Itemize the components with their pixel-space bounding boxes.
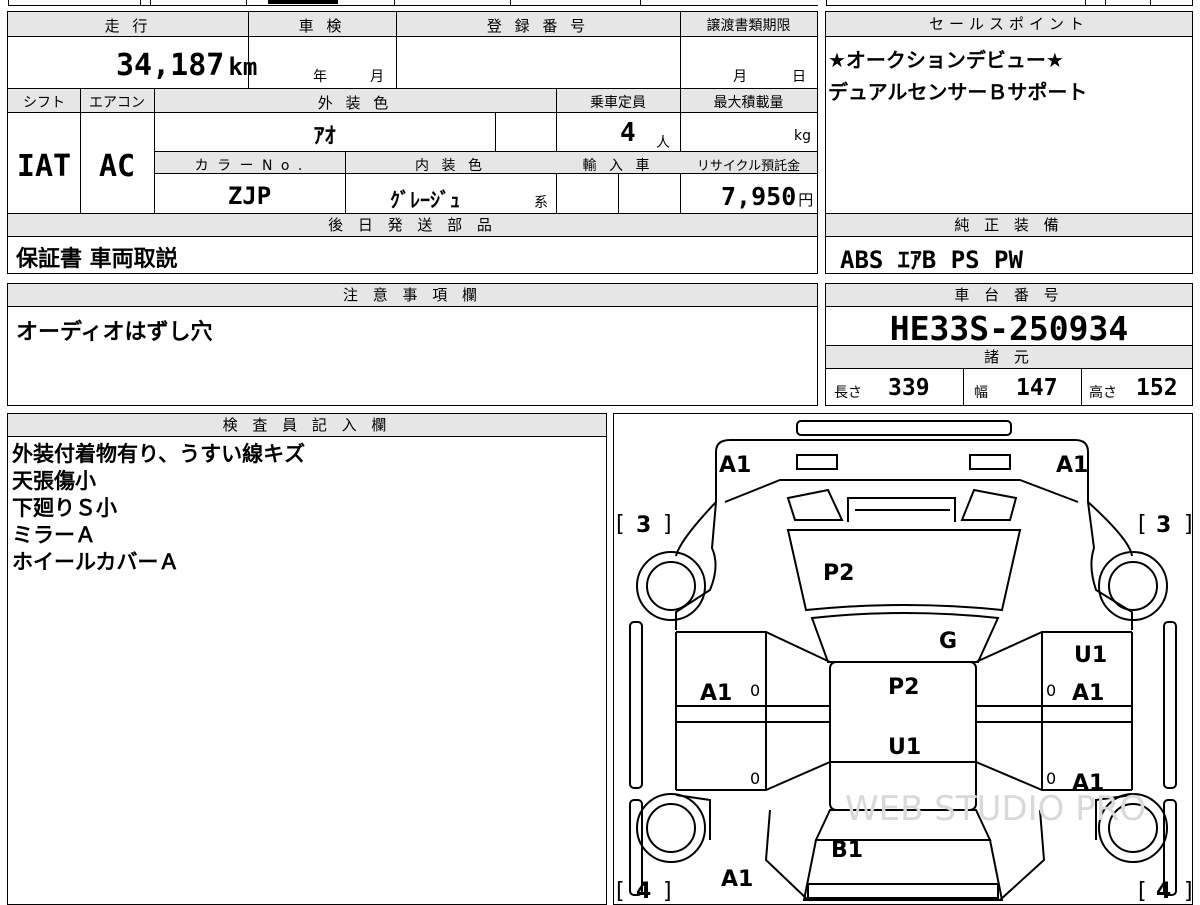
exterior-color-value: ｱｵ bbox=[313, 124, 336, 149]
mileage-label: 走 行 bbox=[104, 17, 152, 35]
mark-right-rear-door: A1 bbox=[1072, 771, 1104, 796]
color-no-label: カ ラ ー N o . bbox=[194, 158, 305, 174]
exterior-color-label: 外 装 色 bbox=[317, 94, 393, 112]
inspector-line-3: 下廻りＳ小 bbox=[12, 496, 117, 520]
aircon-label: エアコン bbox=[89, 95, 145, 111]
interior-color-label: 内 装 色 bbox=[415, 158, 486, 174]
mark-zero-lf: 0 bbox=[750, 681, 760, 700]
mark-front-right: A1 bbox=[1056, 453, 1088, 478]
specs-height-label: 高さ bbox=[1089, 385, 1117, 401]
inspector-line-2: 天張傷小 bbox=[12, 469, 96, 493]
mileage-value: 34,187 km bbox=[116, 48, 258, 83]
specs-length-value: 339 bbox=[888, 375, 930, 401]
svg-text:]: ] bbox=[1184, 512, 1192, 537]
shift-label: シフト bbox=[23, 95, 65, 111]
mark-front-left: A1 bbox=[719, 453, 751, 478]
shift-value: IAT bbox=[16, 149, 72, 184]
mark-tire-fr: 3 bbox=[1156, 513, 1171, 538]
car-damage-diagram: [ ] [ ] [ ] [ ] WEB STUDIO PRO A1 A1 3 3… bbox=[616, 420, 1192, 904]
specs-height-value: 152 bbox=[1136, 375, 1178, 401]
notes-value: オーディオはずし穴 bbox=[16, 320, 213, 345]
recycle-label: リサイクル預託金 bbox=[696, 159, 801, 174]
damage-diagram-panel: [ ] [ ] [ ] [ ] WEB STUDIO PRO A1 A1 3 3… bbox=[613, 413, 1193, 905]
recycle-value: 7,950 円 bbox=[721, 182, 814, 211]
mark-right-front-door: A1 bbox=[1072, 681, 1104, 706]
mark-roof-lower: U1 bbox=[888, 735, 921, 760]
interior-color-value: ｸﾞﾚｰｼﾞｭ bbox=[390, 188, 460, 212]
capacity-value: 4 bbox=[620, 118, 636, 148]
capacity-label: 乗車定員 bbox=[590, 95, 646, 111]
inspector-line-5: ホイールカバーＡ bbox=[12, 550, 180, 574]
later-parts-value: 保証書 車両取説 bbox=[16, 247, 178, 272]
deadline-day-unit: 日 bbox=[792, 69, 806, 85]
specs-length-label: 長さ bbox=[834, 385, 862, 401]
mark-left-front-door: A1 bbox=[700, 681, 732, 706]
mark-right-front-upper: U1 bbox=[1074, 643, 1107, 668]
capacity-unit: 人 bbox=[656, 135, 670, 151]
mark-rear-left: A1 bbox=[721, 867, 753, 892]
inspector-line-4: ミラーＡ bbox=[12, 523, 96, 547]
aircon-value: AC bbox=[98, 149, 136, 184]
shaken-month-unit: 月 bbox=[370, 69, 384, 85]
svg-text:[: [ bbox=[616, 879, 625, 904]
shaken-year-unit: 年 bbox=[313, 69, 327, 85]
mark-tire-rr: 4 bbox=[1156, 879, 1171, 904]
inspector-panel: 検 査 員 記 入 欄 外装付着物有り、うすい線キズ 天張傷小 下廻りＳ小 ミラ… bbox=[7, 413, 607, 905]
mark-tire-rl: 4 bbox=[636, 879, 651, 904]
mark-zero-rr: 0 bbox=[1046, 769, 1056, 788]
deadline-month-unit: 月 bbox=[733, 69, 747, 85]
chassis-value: HE33S-250934 bbox=[889, 309, 1129, 348]
sales-point-panel: セールスポイント ★オークションデビュー★ デュアルセンサーＢサポート 純 正 … bbox=[825, 11, 1193, 274]
chassis-panel: 車 台 番 号 HE33S-250934 諸 元 長さ 339 幅 147 高さ… bbox=[825, 283, 1193, 406]
top-clipped-strip bbox=[0, 0, 1200, 6]
mark-back-door: B1 bbox=[831, 838, 863, 863]
later-parts-label: 後 日 発 送 部 品 bbox=[8, 214, 817, 237]
max-load-unit: kg bbox=[794, 128, 811, 144]
specs-width-label: 幅 bbox=[974, 385, 988, 401]
shaken-label: 車 検 bbox=[298, 17, 346, 35]
sales-point-line-2: デュアルセンサーＢサポート bbox=[828, 80, 1088, 104]
svg-text:]: ] bbox=[663, 879, 672, 904]
chassis-label: 車 台 番 号 bbox=[826, 284, 1192, 307]
svg-text:[: [ bbox=[1138, 512, 1147, 537]
color-no-value: ZJP bbox=[227, 182, 272, 210]
specs-label: 諸 元 bbox=[826, 346, 1192, 369]
mark-zero-rf: 0 bbox=[1046, 681, 1056, 700]
transfer-deadline-label: 譲渡書類期限 bbox=[706, 18, 791, 34]
max-load-label: 最大積載量 bbox=[713, 95, 784, 111]
sales-point-line-1: ★オークションデビュー★ bbox=[828, 48, 1064, 72]
import-label: 輸 入 車 bbox=[582, 158, 654, 174]
equipment-value: ABS ｴｱB PS PW bbox=[840, 246, 1023, 274]
svg-text:[: [ bbox=[1138, 879, 1147, 904]
mark-hood: P2 bbox=[823, 561, 854, 586]
notes-panel: 注 意 事 項 欄 オーディオはずし穴 bbox=[7, 283, 818, 406]
inspector-label: 検 査 員 記 入 欄 bbox=[8, 414, 606, 437]
mark-roof: P2 bbox=[888, 675, 919, 700]
vehicle-info-table: 走 行 車 検 登 録 番 号 譲渡書類期限 34,187 km 年 月 月 日 … bbox=[7, 11, 818, 274]
inspector-line-1: 外装付着物有り、うすい線キズ bbox=[12, 442, 306, 466]
svg-text:[: [ bbox=[616, 512, 625, 537]
sales-point-label: セールスポイント bbox=[826, 12, 1192, 37]
registration-label: 登 録 番 号 bbox=[486, 17, 590, 35]
mark-windshield: G bbox=[939, 629, 957, 654]
specs-width-value: 147 bbox=[1016, 375, 1058, 401]
notes-label: 注 意 事 項 欄 bbox=[8, 284, 817, 307]
mark-zero-lr: 0 bbox=[750, 769, 760, 788]
mark-tire-fl: 3 bbox=[636, 513, 651, 538]
equipment-label: 純 正 装 備 bbox=[826, 214, 1192, 237]
svg-text:]: ] bbox=[1184, 879, 1192, 904]
interior-color-suffix: 系 bbox=[534, 195, 548, 211]
svg-text:]: ] bbox=[663, 512, 672, 537]
